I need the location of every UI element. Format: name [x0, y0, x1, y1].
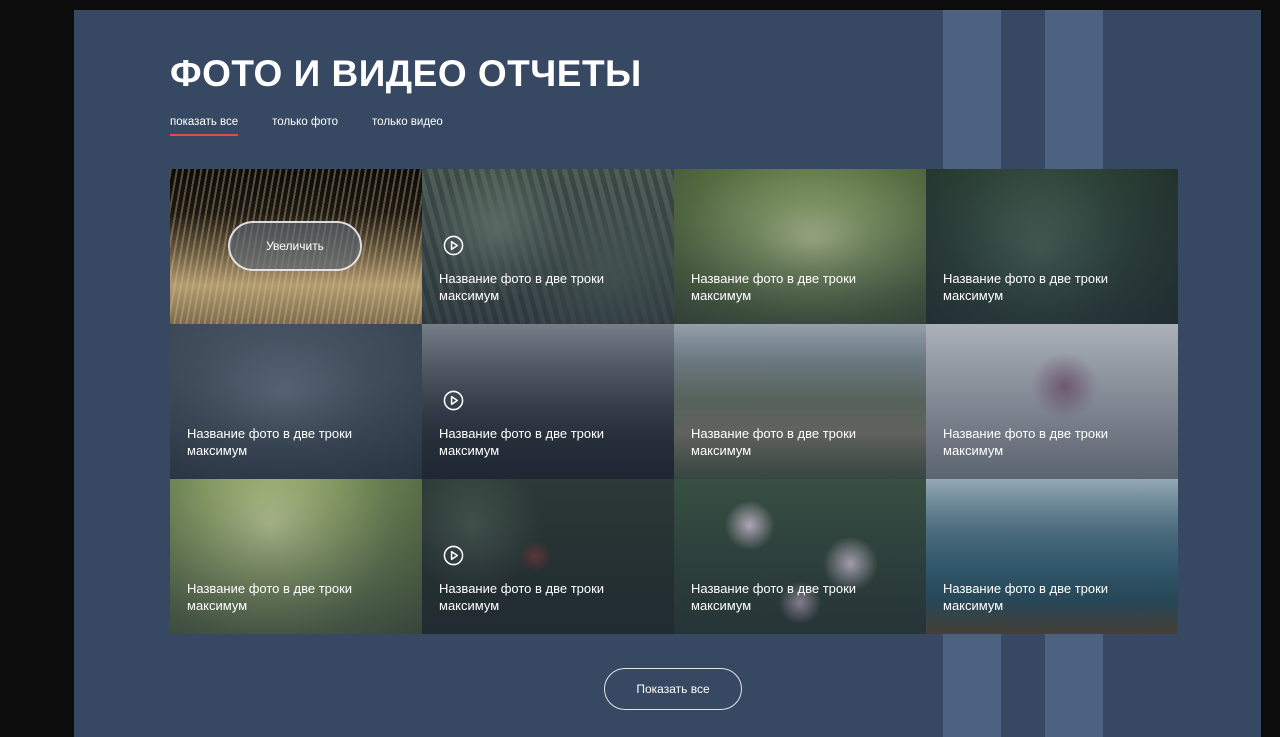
gallery-caption: Название фото в две троки максимум [439, 271, 605, 303]
show-all-button[interactable]: Показать все [604, 668, 742, 710]
gallery-item[interactable]: Название фото в две троки максимум [674, 479, 926, 634]
filter-tab-all[interactable]: показать все [170, 116, 239, 136]
gallery-item[interactable]: Название фото в две троки максимум [170, 324, 422, 479]
gallery-item[interactable]: Название фото в две троки максимум [422, 479, 674, 634]
gallery-caption: Название фото в две троки максимум [439, 581, 605, 613]
gallery-caption: Название фото в две троки максимум [691, 426, 857, 458]
gallery-item[interactable]: Название фото в две троки максимум [926, 324, 1178, 479]
zoom-button[interactable]: Увеличить [228, 221, 362, 271]
gallery-grid: Увеличить Название фото в две троки макс… [170, 169, 1178, 634]
gallery-caption: Название фото в две троки максимум [943, 581, 1109, 613]
play-circle-icon[interactable] [443, 545, 464, 566]
gallery-item[interactable]: Название фото в две троки максимум [422, 324, 674, 479]
page-title: ФОТО И ВИДЕО ОТЧЕТЫ [170, 53, 642, 94]
filter-tabs: показать все только фото только видео [170, 116, 443, 136]
gallery-item[interactable]: Название фото в две троки максимум [926, 479, 1178, 634]
gallery-item[interactable]: Название фото в две троки максимум [674, 169, 926, 324]
gallery-item[interactable]: Название фото в две троки максимум [170, 479, 422, 634]
gallery-item[interactable]: Увеличить [170, 169, 422, 324]
gallery-caption: Название фото в две троки максимум [187, 581, 353, 613]
gallery-caption: Название фото в две троки максимум [187, 426, 353, 458]
reports-section: ФОТО И ВИДЕО ОТЧЕТЫ показать все только … [74, 10, 1261, 737]
gallery-item[interactable]: Название фото в две троки максимум [926, 169, 1178, 324]
play-circle-icon[interactable] [443, 390, 464, 411]
gallery-caption: Название фото в две троки максимум [691, 271, 857, 303]
gallery-caption: Название фото в две троки максимум [943, 426, 1109, 458]
gallery-caption: Название фото в две троки максимум [691, 581, 857, 613]
gallery-caption: Название фото в две троки максимум [439, 426, 605, 458]
gallery-item[interactable]: Название фото в две троки максимум [422, 169, 674, 324]
gallery-item[interactable]: Название фото в две троки максимум [674, 324, 926, 479]
gallery-caption: Название фото в две троки максимум [943, 271, 1109, 303]
filter-tab-video[interactable]: только видео [372, 116, 443, 136]
play-circle-icon[interactable] [443, 235, 464, 256]
filter-tab-photo[interactable]: только фото [272, 116, 338, 136]
